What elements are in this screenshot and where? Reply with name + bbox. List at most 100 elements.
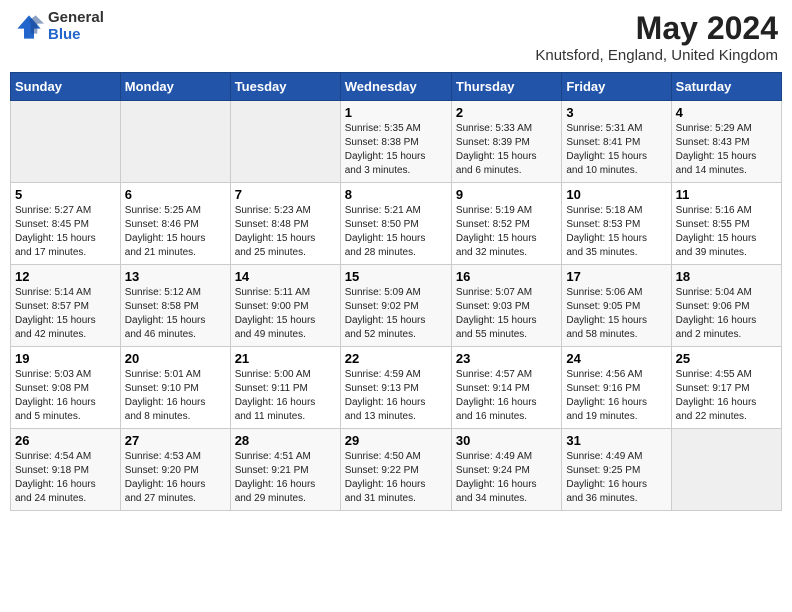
day-number: 20 <box>125 351 226 366</box>
day-number: 26 <box>15 433 116 448</box>
day-info: Sunrise: 5:18 AM Sunset: 8:53 PM Dayligh… <box>566 204 666 260</box>
day-number: 23 <box>456 351 557 366</box>
logo-general-text: General <box>48 10 104 27</box>
day-number: 15 <box>345 269 447 284</box>
calendar-cell: 29Sunrise: 4:50 AM Sunset: 9:22 PM Dayli… <box>340 429 451 511</box>
day-info: Sunrise: 5:21 AM Sunset: 8:50 PM Dayligh… <box>345 204 447 260</box>
calendar-body: 1Sunrise: 5:35 AM Sunset: 8:38 PM Daylig… <box>11 101 782 511</box>
day-number: 18 <box>676 269 777 284</box>
day-info: Sunrise: 4:54 AM Sunset: 9:18 PM Dayligh… <box>15 450 116 506</box>
day-number: 25 <box>676 351 777 366</box>
day-info: Sunrise: 4:59 AM Sunset: 9:13 PM Dayligh… <box>345 368 447 424</box>
day-info: Sunrise: 5:11 AM Sunset: 9:00 PM Dayligh… <box>235 286 336 342</box>
header-row: SundayMondayTuesdayWednesdayThursdayFrid… <box>11 73 782 101</box>
day-info: Sunrise: 5:33 AM Sunset: 8:39 PM Dayligh… <box>456 122 557 178</box>
calendar-cell: 13Sunrise: 5:12 AM Sunset: 8:58 PM Dayli… <box>120 265 230 347</box>
header-day-wednesday: Wednesday <box>340 73 451 101</box>
calendar-cell: 6 Sunrise: 5:25 AM Sunset: 8:46 PM Daylig… <box>120 183 230 265</box>
title-block: May 2024 Knutsford, England, United King… <box>535 10 778 64</box>
calendar-cell: 4 Sunrise: 5:29 AM Sunset: 8:43 PM Daylig… <box>671 101 781 183</box>
calendar-week-4: 26 Sunrise: 4:54 AM Sunset: 9:18 PM Dayli… <box>11 429 782 511</box>
day-info: Sunrise: 4:51 AM Sunset: 9:21 PM Dayligh… <box>235 450 336 506</box>
day-info: Sunrise: 5:14 AM Sunset: 8:57 PM Dayligh… <box>15 286 116 342</box>
day-number: 2 <box>456 105 557 120</box>
calendar-cell: 19 Sunrise: 5:03 AM Sunset: 9:08 PM Dayli… <box>11 347 121 429</box>
calendar-table: SundayMondayTuesdayWednesdayThursdayFrid… <box>10 72 782 511</box>
calendar-cell: 23 Sunrise: 4:57 AM Sunset: 9:14 PM Dayli… <box>451 347 561 429</box>
month-year-title: May 2024 <box>535 10 778 47</box>
calendar-cell: 31 Sunrise: 4:49 AM Sunset: 9:25 PM Dayli… <box>562 429 671 511</box>
calendar-cell: 22 Sunrise: 4:59 AM Sunset: 9:13 PM Dayli… <box>340 347 451 429</box>
day-info: Sunrise: 5:25 AM Sunset: 8:46 PM Dayligh… <box>125 204 226 260</box>
header-day-friday: Friday <box>562 73 671 101</box>
page-header: General Blue May 2024 Knutsford, England… <box>10 10 782 64</box>
day-number: 11 <box>676 187 777 202</box>
calendar-cell <box>671 429 781 511</box>
calendar-cell: 26 Sunrise: 4:54 AM Sunset: 9:18 PM Dayli… <box>11 429 121 511</box>
calendar-cell: 1Sunrise: 5:35 AM Sunset: 8:38 PM Daylig… <box>340 101 451 183</box>
day-number: 5 <box>15 187 116 202</box>
calendar-cell: 14 Sunrise: 5:11 AM Sunset: 9:00 PM Dayli… <box>230 265 340 347</box>
day-number: 27 <box>125 433 226 448</box>
calendar-cell: 8 Sunrise: 5:21 AM Sunset: 8:50 PM Daylig… <box>340 183 451 265</box>
day-number: 14 <box>235 269 336 284</box>
header-day-tuesday: Tuesday <box>230 73 340 101</box>
day-info: Sunrise: 5:00 AM Sunset: 9:11 PM Dayligh… <box>235 368 336 424</box>
header-day-monday: Monday <box>120 73 230 101</box>
calendar-cell: 16Sunrise: 5:07 AM Sunset: 9:03 PM Dayli… <box>451 265 561 347</box>
calendar-cell: 11Sunrise: 5:16 AM Sunset: 8:55 PM Dayli… <box>671 183 781 265</box>
header-day-sunday: Sunday <box>11 73 121 101</box>
calendar-cell <box>11 101 121 183</box>
day-info: Sunrise: 5:07 AM Sunset: 9:03 PM Dayligh… <box>456 286 557 342</box>
calendar-header: SundayMondayTuesdayWednesdayThursdayFrid… <box>11 73 782 101</box>
location-subtitle: Knutsford, England, United Kingdom <box>535 47 778 64</box>
day-info: Sunrise: 5:06 AM Sunset: 9:05 PM Dayligh… <box>566 286 666 342</box>
day-info: Sunrise: 5:23 AM Sunset: 8:48 PM Dayligh… <box>235 204 336 260</box>
calendar-cell: 9Sunrise: 5:19 AM Sunset: 8:52 PM Daylig… <box>451 183 561 265</box>
day-info: Sunrise: 5:03 AM Sunset: 9:08 PM Dayligh… <box>15 368 116 424</box>
day-number: 30 <box>456 433 557 448</box>
calendar-cell: 21Sunrise: 5:00 AM Sunset: 9:11 PM Dayli… <box>230 347 340 429</box>
calendar-cell <box>230 101 340 183</box>
day-info: Sunrise: 4:49 AM Sunset: 9:25 PM Dayligh… <box>566 450 666 506</box>
calendar-cell: 10Sunrise: 5:18 AM Sunset: 8:53 PM Dayli… <box>562 183 671 265</box>
day-info: Sunrise: 4:56 AM Sunset: 9:16 PM Dayligh… <box>566 368 666 424</box>
day-info: Sunrise: 4:55 AM Sunset: 9:17 PM Dayligh… <box>676 368 777 424</box>
calendar-cell: 3 Sunrise: 5:31 AM Sunset: 8:41 PM Daylig… <box>562 101 671 183</box>
day-info: Sunrise: 5:31 AM Sunset: 8:41 PM Dayligh… <box>566 122 666 178</box>
day-info: Sunrise: 5:12 AM Sunset: 8:58 PM Dayligh… <box>125 286 226 342</box>
day-number: 19 <box>15 351 116 366</box>
logo-icon <box>14 12 44 42</box>
calendar-cell: 2 Sunrise: 5:33 AM Sunset: 8:39 PM Daylig… <box>451 101 561 183</box>
day-info: Sunrise: 4:49 AM Sunset: 9:24 PM Dayligh… <box>456 450 557 506</box>
day-info: Sunrise: 5:04 AM Sunset: 9:06 PM Dayligh… <box>676 286 777 342</box>
day-info: Sunrise: 5:29 AM Sunset: 8:43 PM Dayligh… <box>676 122 777 178</box>
day-number: 28 <box>235 433 336 448</box>
day-info: Sunrise: 4:57 AM Sunset: 9:14 PM Dayligh… <box>456 368 557 424</box>
day-info: Sunrise: 5:01 AM Sunset: 9:10 PM Dayligh… <box>125 368 226 424</box>
logo-blue-text: Blue <box>48 27 104 44</box>
day-number: 24 <box>566 351 666 366</box>
calendar-cell: 5Sunrise: 5:27 AM Sunset: 8:45 PM Daylig… <box>11 183 121 265</box>
calendar-cell: 7 Sunrise: 5:23 AM Sunset: 8:48 PM Daylig… <box>230 183 340 265</box>
header-day-thursday: Thursday <box>451 73 561 101</box>
day-info: Sunrise: 4:53 AM Sunset: 9:20 PM Dayligh… <box>125 450 226 506</box>
logo: General Blue <box>14 10 104 43</box>
day-number: 8 <box>345 187 447 202</box>
calendar-cell: 18 Sunrise: 5:04 AM Sunset: 9:06 PM Dayli… <box>671 265 781 347</box>
calendar-cell: 25 Sunrise: 4:55 AM Sunset: 9:17 PM Dayli… <box>671 347 781 429</box>
logo-text: General Blue <box>48 10 104 43</box>
day-info: Sunrise: 5:09 AM Sunset: 9:02 PM Dayligh… <box>345 286 447 342</box>
day-number: 22 <box>345 351 447 366</box>
day-number: 4 <box>676 105 777 120</box>
day-number: 31 <box>566 433 666 448</box>
calendar-week-0: 1Sunrise: 5:35 AM Sunset: 8:38 PM Daylig… <box>11 101 782 183</box>
day-number: 3 <box>566 105 666 120</box>
calendar-week-3: 19 Sunrise: 5:03 AM Sunset: 9:08 PM Dayli… <box>11 347 782 429</box>
day-number: 7 <box>235 187 336 202</box>
day-number: 17 <box>566 269 666 284</box>
day-number: 6 <box>125 187 226 202</box>
calendar-week-1: 5Sunrise: 5:27 AM Sunset: 8:45 PM Daylig… <box>11 183 782 265</box>
calendar-cell: 17 Sunrise: 5:06 AM Sunset: 9:05 PM Dayli… <box>562 265 671 347</box>
header-day-saturday: Saturday <box>671 73 781 101</box>
